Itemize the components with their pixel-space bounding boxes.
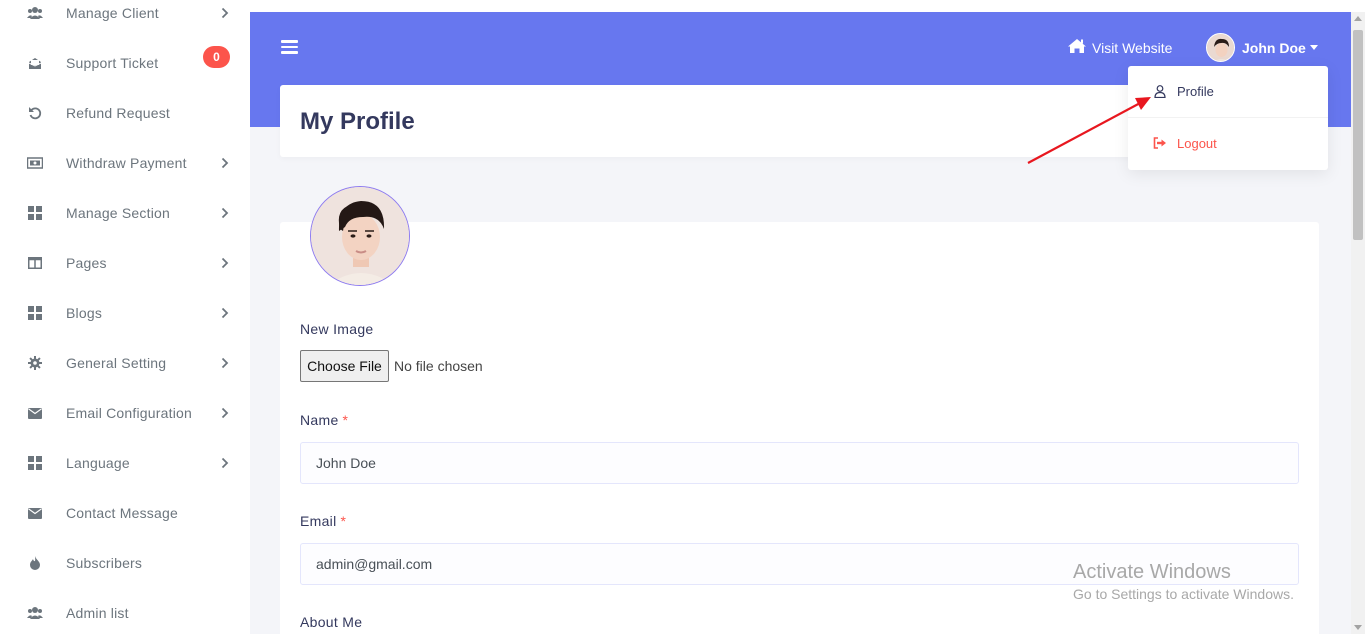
name-input-value: John Doe: [316, 455, 376, 471]
sidebar-item-contact-message[interactable]: Contact Message: [0, 488, 250, 538]
sidebar-item-label: Manage Client: [66, 5, 159, 21]
envelope-icon: [27, 505, 43, 521]
visit-website-label: Visit Website: [1092, 39, 1173, 56]
sign-out-icon: [1153, 136, 1167, 150]
page-title: My Profile: [300, 108, 415, 135]
scrollbar-thumb[interactable]: [1353, 30, 1363, 240]
sidebar-item-label: Contact Message: [66, 505, 178, 521]
choose-file-button[interactable]: Choose File: [300, 350, 389, 382]
profile-avatar: [310, 186, 410, 286]
th-large-icon: [27, 455, 43, 471]
fire-icon: [27, 555, 43, 571]
sidebar-item-label: Email Configuration: [66, 405, 192, 421]
sidebar-item-blogs[interactable]: Blogs: [0, 288, 250, 338]
th-large-icon: [27, 305, 43, 321]
money-bill-icon: [27, 155, 43, 171]
envelope-icon: [27, 405, 43, 421]
avatar: [1206, 33, 1235, 62]
undo-icon: [27, 105, 43, 121]
sidebar-item-subscribers[interactable]: Subscribers: [0, 538, 250, 588]
home-icon: [1067, 38, 1087, 57]
sidebar-item-label: Refund Request: [66, 105, 170, 121]
user-name: John Doe: [1242, 39, 1306, 56]
sidebar-item-email-configuration[interactable]: Email Configuration: [0, 388, 250, 438]
dropdown-item-profile[interactable]: Profile: [1128, 66, 1328, 116]
sidebar-item-label: Admin list: [66, 605, 129, 621]
file-status-text: No file chosen: [394, 358, 483, 374]
new-image-label: New Image: [300, 321, 374, 337]
name-input[interactable]: John Doe: [300, 442, 1299, 484]
sidebar-item-admin-list[interactable]: Admin list: [0, 588, 250, 634]
sidebar-item-manage-client[interactable]: Manage Client: [0, 0, 250, 38]
scroll-up-icon[interactable]: [1354, 16, 1362, 21]
envelope-open-icon: [27, 55, 43, 71]
profile-label: Profile: [1177, 83, 1214, 99]
required-mark: *: [342, 412, 349, 428]
name-label: Name *: [300, 412, 348, 428]
cog-icon: [27, 355, 43, 371]
user-icon: [1153, 84, 1167, 98]
activate-windows-subtitle: Go to Settings to activate Windows.: [1073, 586, 1294, 602]
hamburger-menu-icon[interactable]: [281, 40, 298, 54]
sidebar-item-refund-request[interactable]: Refund Request: [0, 88, 250, 138]
sidebar-item-manage-section[interactable]: Manage Section: [0, 188, 250, 238]
visit-website-link[interactable]: Visit Website: [1067, 38, 1172, 57]
required-mark: *: [340, 513, 347, 529]
scroll-down-icon[interactable]: [1354, 625, 1362, 630]
sidebar-item-label: General Setting: [66, 355, 167, 371]
about-me-label: About Me: [300, 614, 363, 630]
chevron-right-icon: [219, 157, 231, 169]
email-label-text: Email: [300, 513, 337, 529]
users-icon: [27, 5, 43, 21]
user-menu-toggle[interactable]: John Doe: [1206, 33, 1318, 62]
user-dropdown-menu: Profile Logout: [1128, 66, 1328, 170]
sidebar-item-general-setting[interactable]: General Setting: [0, 338, 250, 388]
dropdown-item-logout[interactable]: Logout: [1128, 118, 1328, 168]
logout-label: Logout: [1177, 135, 1217, 151]
sidebar-item-label: Pages: [66, 255, 107, 271]
sidebar-item-label: Withdraw Payment: [66, 155, 187, 171]
sidebar-item-label: Support Ticket: [66, 55, 159, 71]
sidebar-item-withdraw-payment[interactable]: Withdraw Payment: [0, 138, 250, 188]
chevron-right-icon: [219, 7, 231, 19]
chevron-right-icon: [219, 457, 231, 469]
sidebar-item-language[interactable]: Language: [0, 438, 250, 488]
chevron-right-icon: [219, 357, 231, 369]
sidebar-item-label: Blogs: [66, 305, 103, 321]
activate-windows-title: Activate Windows: [1073, 561, 1231, 583]
page-scrollbar[interactable]: [1351, 12, 1365, 634]
ticket-count-badge: 0: [203, 46, 230, 68]
sidebar-item-pages[interactable]: Pages: [0, 238, 250, 288]
sidebar-item-label: Subscribers: [66, 555, 143, 571]
sidebar-item-label: Language: [66, 455, 130, 471]
th-large-icon: [27, 205, 43, 221]
email-input-value: admin@gmail.com: [316, 556, 433, 572]
sidebar: Manage Client Support Ticket 0 Refund Re…: [0, 0, 250, 634]
columns-icon: [27, 255, 43, 271]
caret-down-icon: [1309, 45, 1318, 50]
users-icon: [27, 605, 43, 621]
sidebar-item-label: Manage Section: [66, 205, 170, 221]
chevron-right-icon: [219, 407, 231, 419]
chevron-right-icon: [219, 307, 231, 319]
email-label: Email *: [300, 513, 346, 529]
name-label-text: Name: [300, 412, 339, 428]
chevron-right-icon: [219, 257, 231, 269]
chevron-right-icon: [219, 207, 231, 219]
